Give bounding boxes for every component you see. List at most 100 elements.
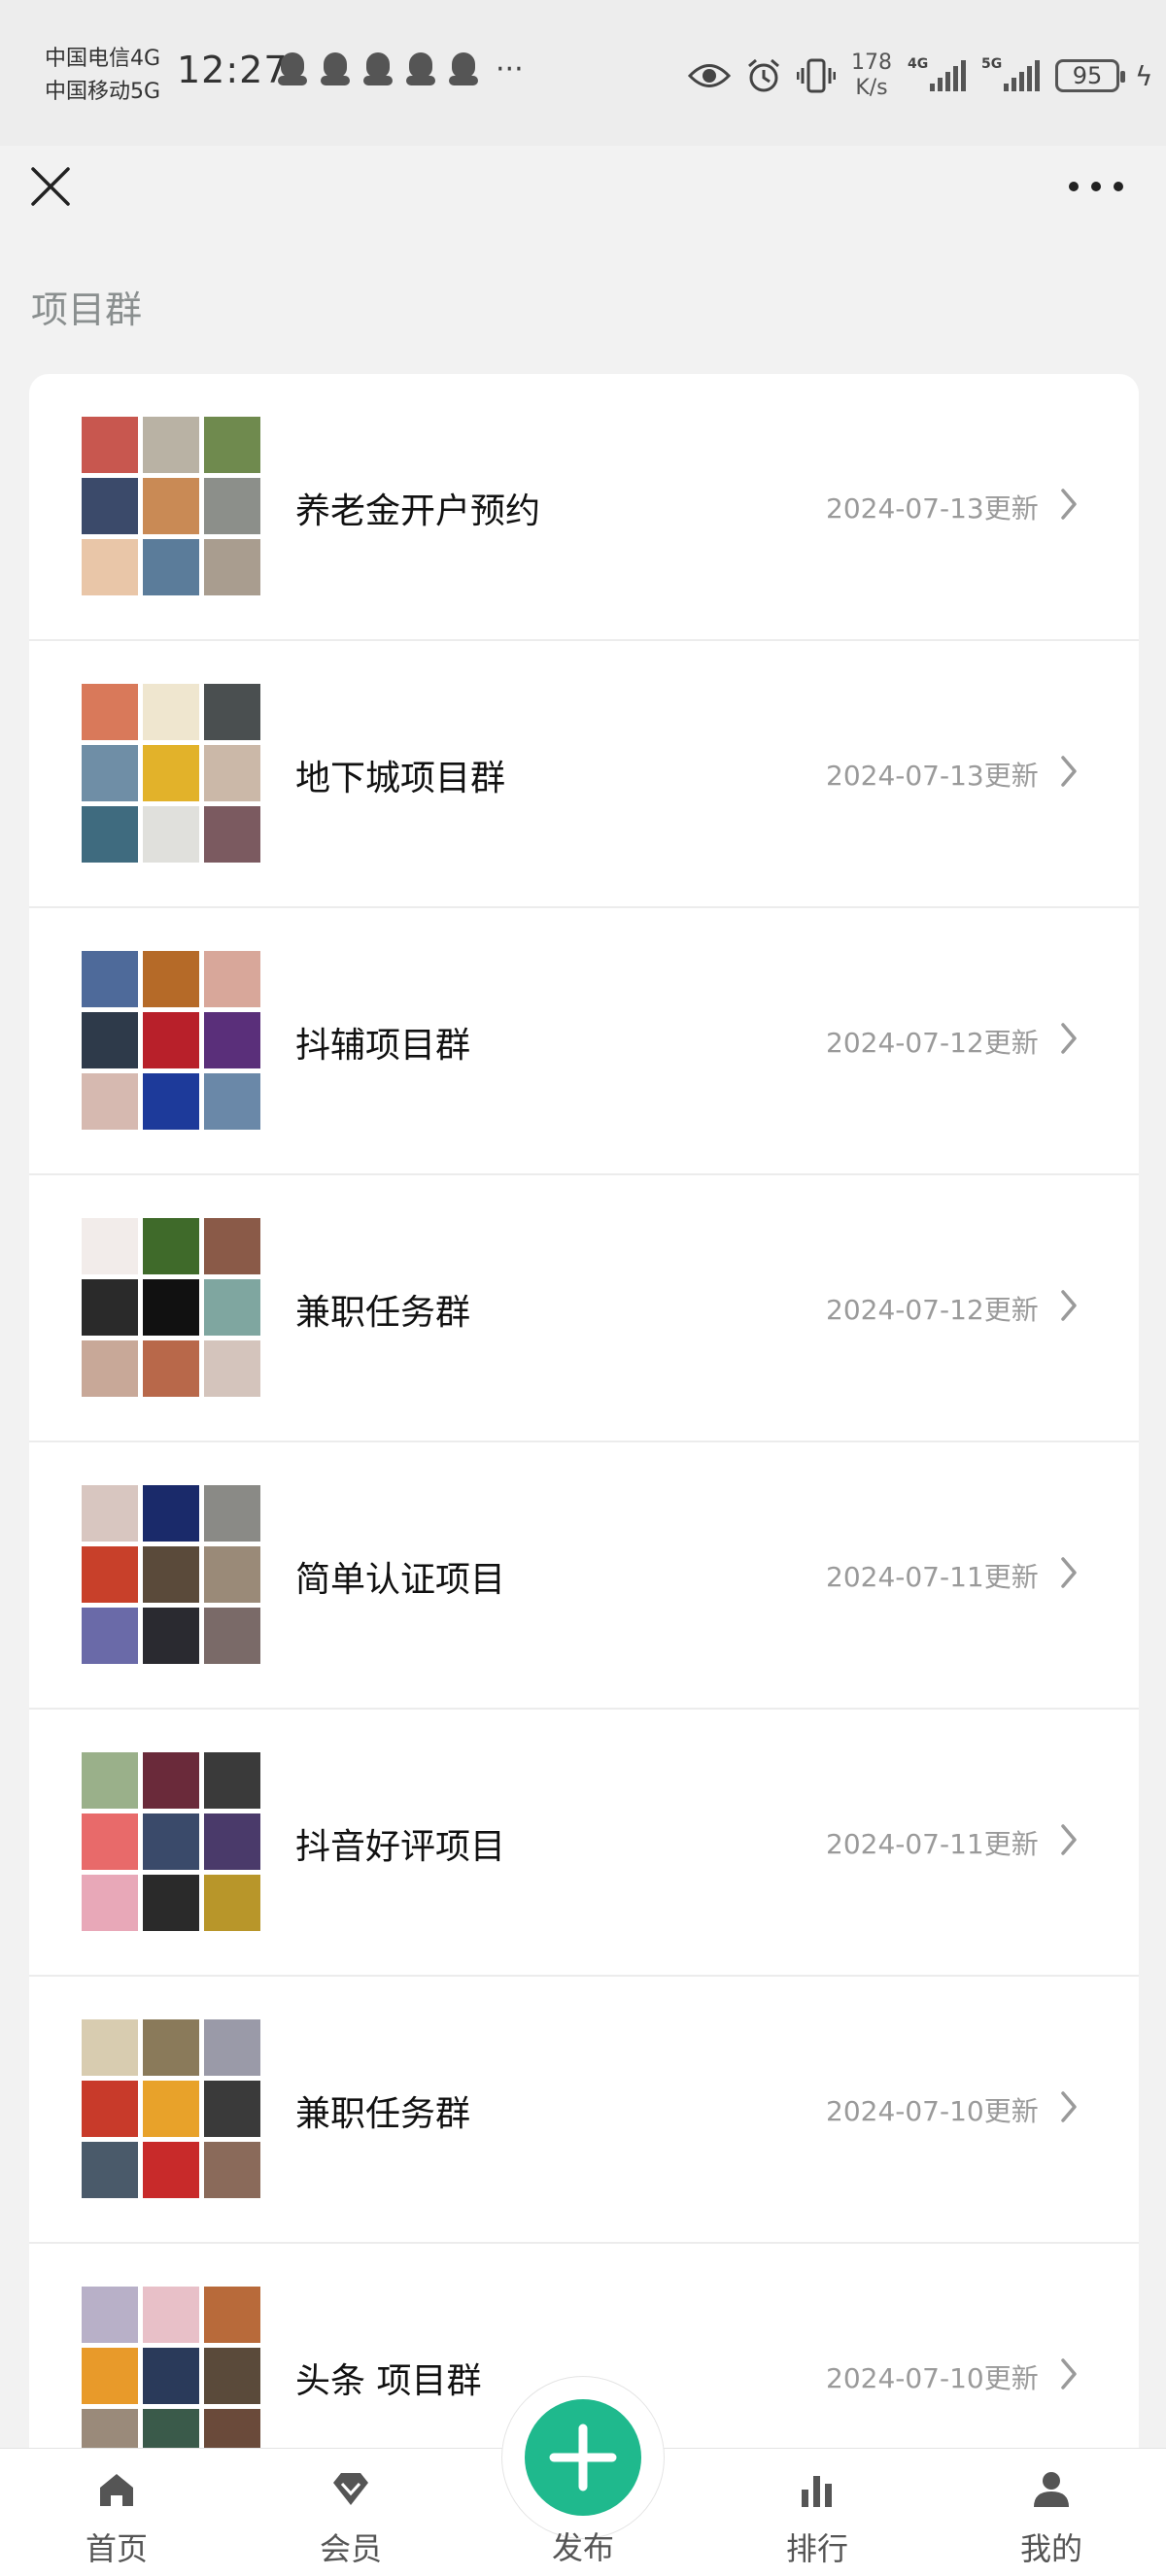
member-avatar (82, 1012, 138, 1068)
member-avatar (82, 951, 138, 1007)
member-avatar (204, 2081, 260, 2137)
chevron-right-icon (1061, 756, 1077, 787)
group-list-item[interactable]: 养老金开户预约 2024-07-13更新 (29, 374, 1139, 641)
group-avatar-grid (82, 2287, 260, 2465)
charging-icon: ϟ (1135, 59, 1153, 92)
group-list-item[interactable]: 抖辅项目群 2024-07-12更新 (29, 908, 1139, 1175)
member-avatar (204, 1752, 260, 1809)
more-dot (1069, 182, 1079, 191)
signal-icon: 4G (908, 56, 966, 95)
member-avatar (143, 2019, 199, 2076)
member-avatar (204, 1218, 260, 1274)
member-avatar (143, 417, 199, 473)
member-avatar (204, 745, 260, 801)
eye-icon (688, 61, 731, 90)
member-avatar (143, 478, 199, 534)
member-avatar (143, 806, 199, 863)
group-name: 抖音好评项目 (295, 1827, 506, 1867)
group-updated-date: 2024-07-10更新 (826, 2362, 1039, 2394)
member-avatar (204, 1073, 260, 1130)
status-bar: 中国电信4G 中国移动5G 12:27 ··· 178 K/s 4G 5G 95… (0, 0, 1166, 146)
member-avatar (82, 1340, 138, 1397)
system-icons: 178 K/s 4G 5G 95 ϟ (688, 51, 1152, 101)
chevron-right-icon (1061, 1023, 1077, 1054)
group-list-item[interactable]: 兼职任务群 2024-07-10更新 (29, 1977, 1139, 2244)
chevron-right-icon (1061, 2358, 1077, 2390)
group-name: 兼职任务群 (295, 2094, 471, 2134)
member-avatar (204, 1340, 260, 1397)
member-avatar (82, 1608, 138, 1664)
group-updated-date: 2024-07-10更新 (826, 2095, 1039, 2127)
chevron-right-icon (1061, 1290, 1077, 1321)
group-avatar-grid (82, 417, 260, 595)
member-avatar (82, 1073, 138, 1130)
member-avatar (82, 684, 138, 740)
member-avatar (204, 806, 260, 863)
member-avatar (204, 1485, 260, 1542)
group-list-item[interactable]: 兼职任务群 2024-07-12更新 (29, 1175, 1139, 1442)
group-avatar-grid (82, 2019, 260, 2198)
bar-chart-icon (802, 2476, 832, 2507)
tab-home[interactable]: 首页 (58, 2449, 175, 2576)
member-avatar (204, 2019, 260, 2076)
member-avatar (204, 539, 260, 595)
battery-icon: 95 (1055, 59, 1125, 92)
member-avatar (82, 417, 138, 473)
member-avatar (143, 1073, 199, 1130)
group-updated-date: 2024-07-13更新 (826, 760, 1039, 792)
tab-label: 会员 (319, 2530, 382, 2567)
group-updated-date: 2024-07-11更新 (826, 1828, 1039, 1860)
user-icon (1034, 2472, 1069, 2507)
member-avatar (143, 2348, 199, 2404)
member-avatar (204, 951, 260, 1007)
member-avatar (82, 806, 138, 863)
member-avatar (143, 1218, 199, 1274)
section-title: 项目群 (31, 288, 143, 331)
plus-icon (549, 2423, 617, 2491)
tab-member[interactable]: 会员 (292, 2449, 409, 2576)
member-avatar (82, 1752, 138, 1809)
group-list-item[interactable]: 抖音好评项目 2024-07-11更新 (29, 1710, 1139, 1977)
tab-mine[interactable]: 我的 (993, 2449, 1110, 2576)
close-icon (31, 167, 70, 206)
group-name: 养老金开户预约 (295, 491, 541, 531)
member-avatar (82, 745, 138, 801)
vibrate-icon (797, 58, 836, 93)
member-avatar (143, 2081, 199, 2137)
member-avatar (204, 1813, 260, 1870)
member-avatar (204, 1279, 260, 1336)
member-avatar (143, 1340, 199, 1397)
group-name: 兼职任务群 (295, 1293, 471, 1333)
group-avatar-grid (82, 1485, 260, 1664)
qq-icon (363, 52, 393, 87)
group-updated-date: 2024-07-12更新 (826, 1027, 1039, 1059)
group-name: 抖辅项目群 (295, 1026, 471, 1066)
member-avatar (204, 2348, 260, 2404)
chevron-right-icon (1061, 1557, 1077, 1588)
member-avatar (82, 1279, 138, 1336)
group-updated-date: 2024-07-11更新 (826, 1561, 1039, 1593)
carrier-1: 中国电信4G (45, 47, 161, 71)
member-avatar (204, 2287, 260, 2343)
tab-label: 我的 (1019, 2530, 1082, 2567)
group-list-item[interactable]: 简单认证项目 2024-07-11更新 (29, 1442, 1139, 1710)
member-avatar (143, 1608, 199, 1664)
group-avatar-grid (82, 1218, 260, 1397)
tab-publish-label: 发布 (551, 2529, 614, 2566)
publish-button[interactable] (525, 2399, 641, 2516)
group-updated-date: 2024-07-13更新 (826, 492, 1039, 525)
qq-icon (321, 52, 350, 87)
member-avatar (82, 1875, 138, 1931)
status-time: 12:27 (177, 49, 289, 91)
member-avatar (82, 1218, 138, 1274)
member-avatar (143, 539, 199, 595)
group-list-item[interactable]: 地下城项目群 2024-07-13更新 (29, 641, 1139, 908)
close-button[interactable] (29, 165, 72, 208)
chevron-right-icon (1061, 2091, 1077, 2122)
net-speed: 178 K/s (851, 51, 892, 101)
net-speed-unit: K/s (855, 76, 888, 100)
more-button[interactable] (1069, 165, 1123, 208)
tab-ranking[interactable]: 排行 (759, 2449, 875, 2576)
alarm-icon (746, 58, 781, 93)
member-avatar (82, 539, 138, 595)
